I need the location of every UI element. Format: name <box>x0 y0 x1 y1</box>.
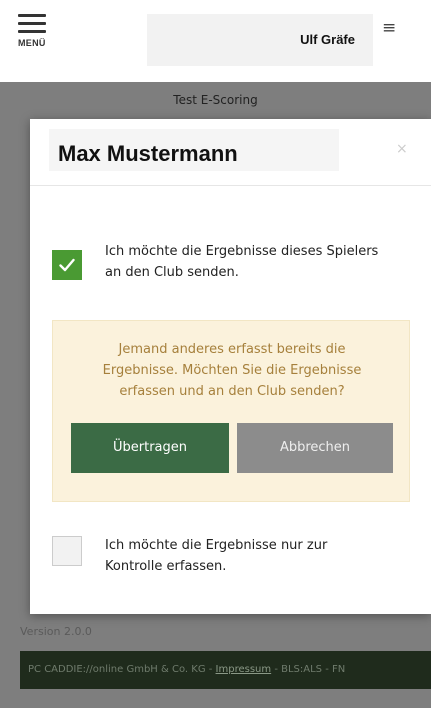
control-only-label-line2: Kontrolle erfassen. <box>105 559 227 574</box>
page-subtitle: Test E-Scoring <box>173 93 258 107</box>
send-to-club-checkbox[interactable] <box>52 250 82 280</box>
close-icon[interactable]: × <box>396 141 408 157</box>
footer-suffix: - BLS:ALS - FN <box>271 664 346 675</box>
send-to-club-label-line1: Ich möchte die Ergebnisse dieses Spieler… <box>105 244 379 259</box>
top-header: MENÜ Ulf Gräfe ≡ <box>0 0 431 82</box>
hamburger-icon-bar <box>18 30 46 33</box>
hamburger-icon-bar <box>18 22 46 25</box>
control-only-label-line1: Ich möchte die Ergebnisse nur zur <box>105 538 328 553</box>
hamburger-icon <box>18 14 46 17</box>
warning-text-line1: Jemand anderes erfasst bereits die <box>118 342 346 357</box>
warning-text-line3: erfassen und an den Club senden? <box>119 384 345 399</box>
checkmark-icon <box>59 258 75 272</box>
send-to-club-label-line2: an den Club senden. <box>105 265 239 280</box>
dialog-divider <box>30 185 431 186</box>
footer-company: PC CADDIE://online GmbH & Co. KG - <box>28 664 216 675</box>
user-box: Ulf Gräfe <box>147 14 373 66</box>
send-to-club-label: Ich möchte die Ergebnisse dieses Spieler… <box>105 241 378 283</box>
user-menu-icon[interactable]: ≡ <box>382 20 396 37</box>
warning-box: Jemand anderes erfasst bereits die Ergeb… <box>52 320 410 502</box>
dialog-title: Max Mustermann <box>58 141 238 166</box>
transfer-button[interactable]: Übertragen <box>71 423 229 473</box>
user-name: Ulf Gräfe <box>300 32 355 47</box>
control-only-label: Ich möchte die Ergebnisse nur zur Kontro… <box>105 535 327 577</box>
warning-text: Jemand anderes erfasst bereits die Ergeb… <box>53 339 411 402</box>
footer: PC CADDIE://online GmbH & Co. KG - Impre… <box>20 651 431 689</box>
control-only-checkbox[interactable] <box>52 536 82 566</box>
menu-button[interactable]: MENÜ <box>18 14 50 64</box>
version-label: Version 2.0.0 <box>20 625 92 638</box>
warning-text-line2: Ergebnisse. Möchten Sie die Ergebnisse <box>102 363 362 378</box>
scoring-dialog: Max Mustermann × Ich möchte die Ergebnis… <box>30 119 431 614</box>
cancel-button[interactable]: Abbrechen <box>237 423 393 473</box>
imprint-link[interactable]: Impressum <box>216 664 272 675</box>
menu-label: MENÜ <box>18 38 46 48</box>
